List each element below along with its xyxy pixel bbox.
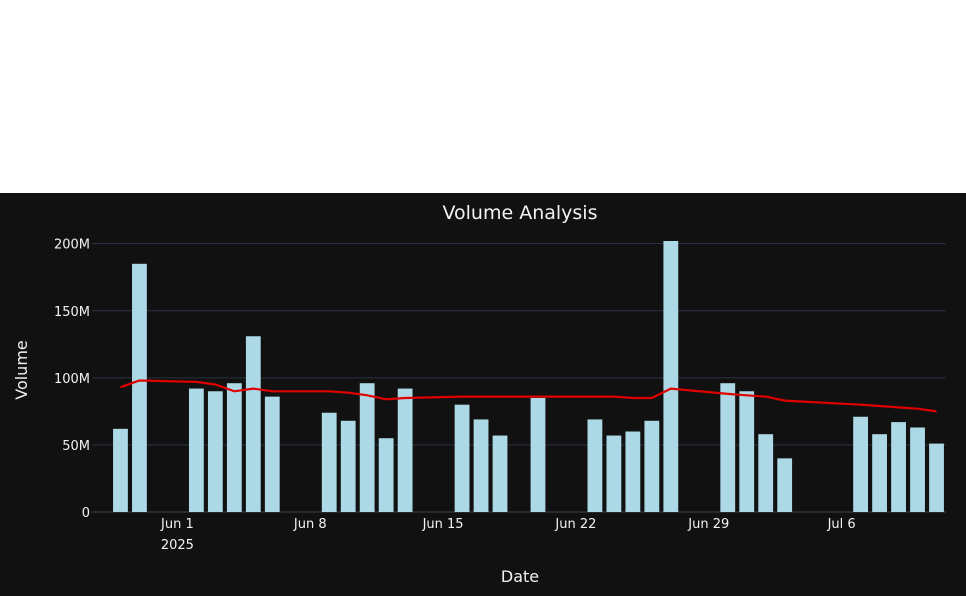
x-tick-label: Jun 8 [293,517,327,532]
volume-bar [606,435,622,512]
volume-bar [644,420,660,512]
x-axis-label: Date [501,567,539,586]
volume-bar [188,388,204,512]
x-tick-label: Jun 1 [160,517,194,532]
chart-panel: 0 50M 100M 150M 200M Jun 1 2025 Jun 8 Jun 15 Jun… [0,193,966,596]
volume-bar [378,438,394,512]
line-layer [120,379,937,413]
y-axis-label: Volume [12,340,31,400]
y-tick-label: 0 [82,506,90,521]
volume-bar [891,422,906,512]
volume-bar [739,391,755,512]
volume-bar [663,241,679,512]
volume-bar [587,419,603,512]
volume-bar [340,420,356,512]
volume-bar [777,458,793,512]
volume-bar [264,396,280,512]
x-tick-label: Jul 6 [827,517,856,532]
y-tick-labels: 0 50M 100M 150M 200M [54,238,90,521]
volume-bar [625,431,641,512]
x-tick-label: Jun 29 [687,517,729,532]
volume-bar [132,263,147,512]
chart-title: Volume Analysis [443,202,598,224]
y-tick-label: 200M [54,238,90,253]
volume-bar [113,428,128,512]
volume-bar [473,419,489,512]
volume-chart: 050M100M150M200M Jun 12025Jun 8 Jun 15 Jun… [12,202,946,586]
volume-bar [929,443,944,512]
volume-bar [530,397,546,512]
volume-bar [397,388,413,512]
volume-bar [245,336,261,512]
volume-bar [758,434,774,512]
volume-bar [454,404,470,512]
volume-bar [872,434,887,512]
x-tick-label: Jun 22 [554,517,596,532]
y-tick-label: 150M [54,305,90,320]
x-tick-labels: Jun 1 2025 Jun 8 Jun 15 Jun 22 Jun 29 Jul 6 [160,517,856,553]
moving-average-line [120,379,937,413]
volume-bar [207,391,223,512]
volume-bar [492,435,508,512]
volume-bar [720,383,736,512]
volume-bar [226,383,242,512]
x-tick-year-label: 2025 [161,538,194,553]
volume-bar [910,427,925,512]
bar-layer [113,241,944,512]
volume-bar [853,416,869,512]
y-tick-label: 50M [62,439,90,454]
volume-bar [321,412,337,512]
volume-bar [359,383,375,512]
x-tick-label: Jun 15 [422,517,464,532]
y-tick-label: 100M [54,372,90,387]
